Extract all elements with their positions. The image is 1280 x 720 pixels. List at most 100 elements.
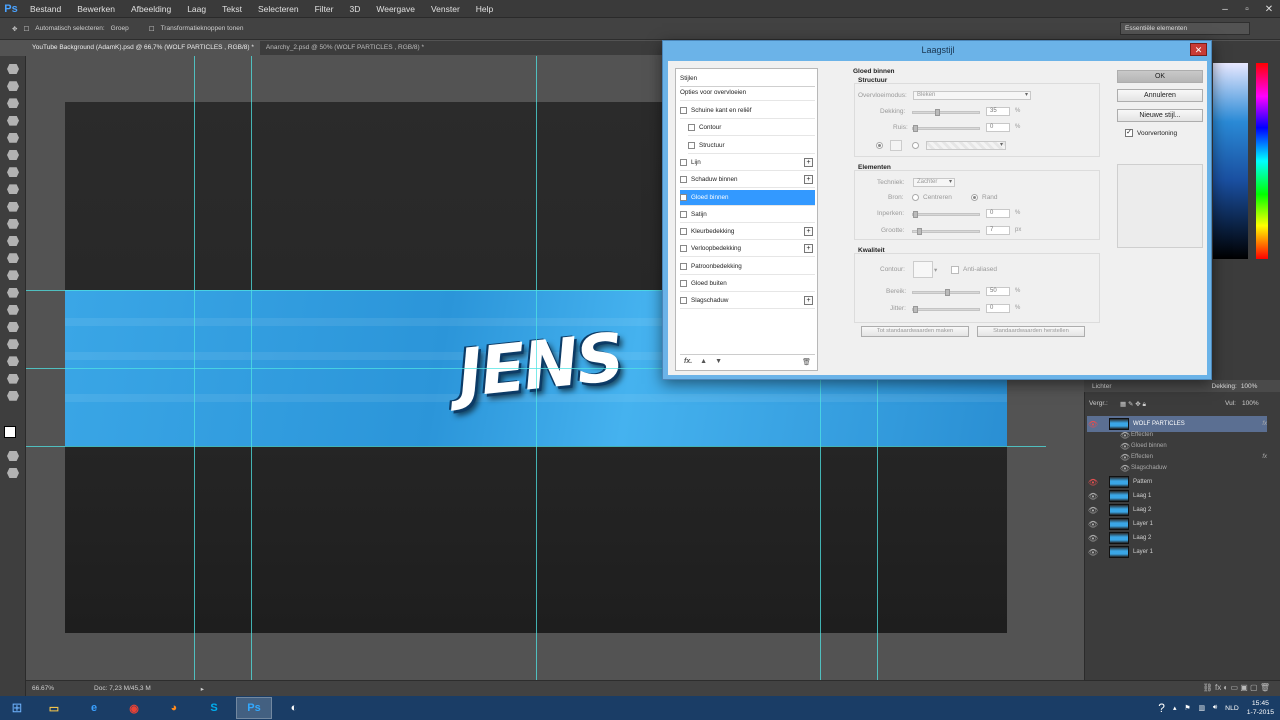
visibility-eye-icon[interactable]: 👁︎ <box>1119 453 1131 462</box>
range-slider-knob[interactable] <box>945 289 950 296</box>
hue-slider[interactable] <box>1256 63 1268 259</box>
start-button[interactable]: ⊞ <box>0 696 34 720</box>
contour-picker[interactable] <box>913 261 933 278</box>
range-input[interactable]: 50 <box>986 287 1010 296</box>
style-checkbox[interactable] <box>680 228 687 236</box>
style-checkbox[interactable] <box>688 124 695 132</box>
layers-opacity-value[interactable]: 100% <box>1241 383 1258 390</box>
layer-fx-icon[interactable]: fx <box>1262 421 1267 427</box>
style-item-structuur[interactable]: Structuur <box>688 138 815 154</box>
noise-slider-knob[interactable] <box>913 125 918 132</box>
firefox-icon[interactable]: ◕ <box>156 697 192 719</box>
flag-icon[interactable]: ⚑ <box>1184 704 1190 712</box>
cancel-button[interactable]: Annuleren <box>1117 89 1203 102</box>
dialog-close-button[interactable]: ✕ <box>1190 43 1207 56</box>
foreground-color-swatch[interactable] <box>4 426 16 438</box>
choke-slider[interactable] <box>912 211 980 218</box>
volume-icon[interactable]: 🔊︎ <box>1213 704 1217 712</box>
size-input[interactable]: 7 <box>986 226 1010 235</box>
move-up-icon[interactable]: ▲ <box>700 358 707 365</box>
blending-options-item[interactable]: Opties voor overvloeien <box>680 85 815 101</box>
visibility-eye-icon[interactable]: 👁︎ <box>1119 431 1131 440</box>
style-item-gloed-buiten[interactable]: Gloed buiten <box>680 276 815 292</box>
style-item-gloed-binnen[interactable]: Gloed binnen <box>680 189 815 206</box>
source-edge-radio[interactable] <box>971 194 978 201</box>
hand-tool-icon[interactable] <box>7 373 19 384</box>
help-icon[interactable]: ? <box>1158 701 1165 715</box>
layer-effect-row[interactable]: 👁︎ Effecten <box>1087 430 1267 440</box>
visibility-eye-icon[interactable]: 👁︎ <box>1119 464 1131 473</box>
add-style-icon[interactable]: + <box>804 227 813 237</box>
quick-select-tool-icon[interactable] <box>7 115 19 126</box>
layer-effect-row[interactable]: 👁︎ Effecten fx <box>1087 452 1267 462</box>
noise-slider[interactable] <box>912 125 980 132</box>
clock[interactable]: 15:45 1-7-2015 <box>1247 699 1274 717</box>
file-explorer-icon[interactable]: ▭ <box>36 697 72 719</box>
style-checkbox[interactable] <box>688 141 695 149</box>
zoom-tool-icon[interactable] <box>7 390 19 401</box>
eyedropper-tool-icon[interactable] <box>7 150 19 160</box>
add-style-icon[interactable]: + <box>804 244 813 254</box>
style-checkbox[interactable] <box>680 245 687 253</box>
style-item-schaduw-binnen[interactable]: Schaduw binnen + <box>680 172 815 189</box>
menu-bestand[interactable]: Bestand <box>22 4 69 14</box>
layer-effect-row[interactable]: 👁︎ Slagschaduw <box>1087 463 1267 473</box>
gradient-picker[interactable] <box>926 141 1006 150</box>
photoshop-icon[interactable]: Ps <box>236 697 272 719</box>
range-slider[interactable] <box>912 289 980 296</box>
tray-arrow-icon[interactable]: ▴ <box>1173 704 1176 712</box>
size-slider-knob[interactable] <box>917 228 922 235</box>
jitter-slider-knob[interactable] <box>913 306 918 313</box>
menu-filter[interactable]: Filter <box>307 4 342 14</box>
visibility-eye-icon[interactable]: 👁︎ <box>1087 420 1099 429</box>
type-tool-icon[interactable] <box>7 322 19 332</box>
source-center-radio[interactable] <box>912 194 919 201</box>
lasso-tool-icon[interactable] <box>7 98 19 109</box>
style-checkbox[interactable] <box>680 262 687 270</box>
obs-icon[interactable]: ◐ <box>276 697 312 719</box>
lock-icons[interactable]: ▦ ✎ ✥ 🔒︎ <box>1120 400 1146 409</box>
jitter-slider[interactable] <box>912 306 980 313</box>
technique-select[interactable]: Zachter <box>913 178 955 187</box>
new-style-button[interactable]: Nieuwe stijl... <box>1117 109 1203 122</box>
minimize-icon[interactable]: – <box>1214 0 1236 18</box>
menu-selecteren[interactable]: Selecteren <box>250 4 307 14</box>
dodge-tool-icon[interactable] <box>7 287 19 298</box>
choke-slider-knob[interactable] <box>913 211 918 218</box>
layers-blend-mode[interactable]: Lichter <box>1092 383 1112 390</box>
menu-laag[interactable]: Laag <box>179 4 214 14</box>
add-style-icon[interactable]: + <box>804 175 813 185</box>
make-default-button[interactable]: Tot standaardwaarden maken <box>861 326 969 337</box>
layer-row[interactable]: 👁︎ Layer 1 <box>1087 544 1267 560</box>
tab-youtube-background[interactable]: YouTube Background (AdamK).psd @ 66,7% (… <box>26 41 260 55</box>
internet-explorer-icon[interactable]: e <box>76 697 112 719</box>
visibility-eye-icon[interactable]: 👁︎ <box>1119 442 1131 451</box>
visibility-eye-icon[interactable]: 👁︎ <box>1087 506 1099 515</box>
antialias-checkbox[interactable] <box>951 266 959 274</box>
color-picker-field[interactable] <box>1213 63 1248 259</box>
visibility-eye-icon[interactable]: 👁︎ <box>1087 492 1099 501</box>
screen-mode-icon[interactable] <box>7 468 19 478</box>
ok-button[interactable]: OK <box>1117 70 1203 83</box>
visibility-eye-icon[interactable]: 👁︎ <box>1087 478 1099 487</box>
style-item-kleurbedekking[interactable]: Kleurbedekking + <box>680 224 815 241</box>
layer-effect-row[interactable]: 👁︎ Gloed binnen <box>1087 441 1267 451</box>
healing-brush-icon[interactable] <box>7 167 19 178</box>
trash-icon[interactable]: 🗑︎ <box>802 358 811 366</box>
style-item-satijn[interactable]: Satijn <box>680 207 815 223</box>
layers-fill-value[interactable]: 100% <box>1242 400 1259 407</box>
maximize-icon[interactable]: ▫ <box>1236 0 1258 18</box>
visibility-eye-icon[interactable]: 👁︎ <box>1087 548 1099 557</box>
move-down-icon[interactable]: ▼ <box>715 358 722 365</box>
layer-fx-icon[interactable]: fx <box>1262 454 1267 460</box>
menu-weergave[interactable]: Weergave <box>368 4 423 14</box>
menu-3d[interactable]: 3D <box>341 4 368 14</box>
chrome-icon[interactable]: ◉ <box>116 697 152 719</box>
menu-bewerken[interactable]: Bewerken <box>69 4 123 14</box>
choke-input[interactable]: 0 <box>986 209 1010 218</box>
style-checkbox[interactable] <box>680 176 687 184</box>
reset-default-button[interactable]: Standaardwaarden herstellen <box>977 326 1085 337</box>
opacity-input[interactable]: 35 <box>986 107 1010 116</box>
opacity-slider[interactable] <box>912 109 980 116</box>
style-checkbox[interactable] <box>680 297 687 305</box>
